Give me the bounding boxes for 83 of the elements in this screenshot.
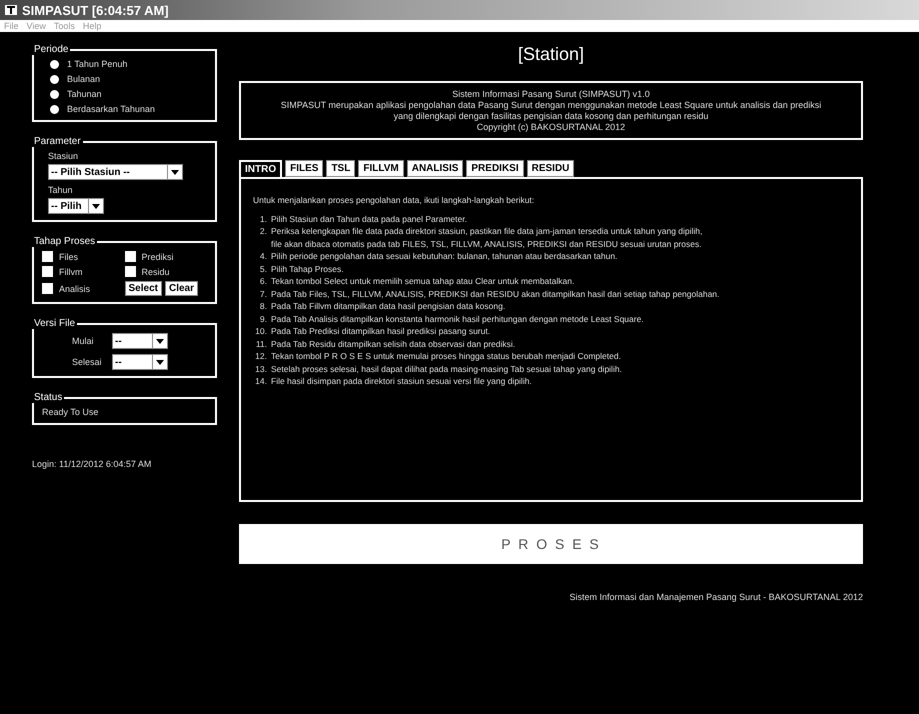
checkbox-label: Residu [142, 266, 170, 276]
step-number: 14. [254, 376, 267, 386]
caret-icon [156, 360, 164, 364]
step-text: Pilih Stasiun dan Tahun data pada panel Parameter. [271, 214, 467, 224]
group-title: Versi File [33, 318, 76, 329]
small-button[interactable]: Select [124, 281, 162, 296]
field-label: Stasiun [48, 151, 80, 161]
group-title: Periode [33, 44, 70, 55]
step-number: 8. [258, 301, 267, 311]
tab[interactable]: TSL [326, 160, 356, 177]
info-text: Copyright (c) BAKOSURTANAL 2012 [476, 122, 626, 132]
radio-button[interactable] [50, 74, 59, 84]
step-text: File hasil disimpan pada direktori stasiun sesuai versi file yang dipilih. [271, 376, 532, 386]
checkbox[interactable] [42, 266, 53, 277]
dropdown[interactable]: -- [112, 333, 168, 349]
radio-label: 1 Tahun Penuh [67, 59, 128, 69]
step-number: 10. [254, 326, 267, 336]
info-text: yang dilengkapi dengan fasilitas pengisian data kosong dan perhitungan residu [394, 111, 708, 121]
group-title: Parameter [33, 136, 82, 147]
step-number: 4. [258, 251, 267, 261]
group-title: Status [33, 392, 64, 403]
tab[interactable]: PREDIKSI [466, 160, 524, 177]
tab[interactable]: ANALISIS [406, 160, 464, 177]
caret-icon [171, 170, 179, 174]
step-text: file akan dibaca otomatis pada tab FILES, TSL, FILLVM, ANALISIS, PREDIKSI dan RESIDU sesuai urutan proses. [271, 238, 702, 248]
radio-label: Bulanan [67, 74, 100, 84]
field-label: Selesai [72, 357, 102, 367]
step-number: 7. [258, 288, 267, 298]
group-title: Tahap Proses [33, 236, 96, 247]
step-text: Tekan tombol Select untuk memilih semua tahap atau Clear untuk membatalkan. [271, 276, 574, 286]
dropdown[interactable]: -- Pilih Stasiun -- [48, 164, 183, 180]
field-label: Tahun [48, 185, 74, 195]
step-number: 13. [254, 364, 267, 374]
info-text: Sistem Informasi Pasang Surut (SIMPASUT) v1.0 [452, 89, 650, 99]
checkbox[interactable] [42, 251, 53, 262]
intro-text: Untuk menjalankan proses pengolahan data, ikuti langkah-langkah berikut: [253, 195, 536, 205]
step-text: Pada Tab Analisis ditampilkan konstanta harmonik hasil perhitungan dengan metode Least Square. [271, 314, 644, 324]
dropdown[interactable]: -- Pilih [48, 198, 104, 214]
step-number: 1. [258, 214, 267, 224]
step-number: 11. [254, 338, 267, 348]
radio-button[interactable] [50, 60, 59, 68]
checkbox-label: Prediksi [142, 252, 174, 262]
step-text: Pada Tab Files, TSL, FILLVM, ANALISIS, PREDIKSI dan RESIDU akan ditampilkan hasil dari setiap tahap pengolahan. [271, 288, 720, 298]
checkbox-label: Files [59, 252, 78, 262]
step-text: Tekan tombol P R O S E S untuk memulai proses hingga status berubah menjadi Completed. [271, 351, 621, 361]
tab[interactable]: FILLVM [358, 160, 404, 177]
footer-text: Sistem Informasi dan Manajemen Pasang Surut - BAKOSURTANAL 2012 [568, 592, 863, 602]
small-button[interactable]: Clear [164, 281, 198, 296]
window-title: SIMPASUT [6:04:57 AM] [22, 2, 169, 18]
step-text: Pada Tab Fillvm ditampilkan data hasil pengisian data kosong. [271, 301, 506, 311]
step-text: Pilih Tahap Proses. [271, 264, 344, 274]
dropdown[interactable]: -- [112, 354, 168, 370]
radio-label: Berdasarkan Tahunan [67, 104, 155, 114]
tab[interactable]: RESIDU [526, 160, 574, 177]
checkbox[interactable] [42, 283, 53, 294]
checkbox[interactable] [124, 251, 136, 262]
app-icon [4, 3, 18, 17]
radio-button[interactable] [50, 90, 59, 98]
step-text: Setelah proses selesai, hasil dapat dilihat pada masing-masing Tab sesuai tahap yang dipilih. [271, 364, 622, 374]
process-button[interactable]: P R O S E S [239, 524, 863, 564]
checkbox[interactable] [124, 266, 136, 277]
caret-icon [92, 204, 100, 208]
step-number: 9. [258, 314, 267, 324]
step-number: 5. [258, 264, 267, 274]
step-text: Periksa kelengkapan file data pada direktori stasiun, pastikan file data jam-jaman tersedia untuk tahun yang dipilih, [271, 226, 702, 236]
info-text: SIMPASUT merupakan aplikasi pengolahan data Pasang Surut dengan menggunakan metode Least Square untuk analisis dan prediksi [280, 100, 822, 110]
tab[interactable]: INTRO [239, 160, 282, 177]
step-text: Pada Tab Residu ditampilkan selisih data observasi dan prediksi. [271, 338, 516, 348]
step-number: 2. [258, 226, 267, 236]
step-number: 6. [258, 276, 267, 286]
status-text: Ready To Use [42, 407, 100, 417]
checkbox-label: Fillvm [59, 266, 82, 276]
checkbox-label: Analisis [59, 284, 90, 294]
field-label: Mulai [72, 336, 95, 346]
step-text: Pilih periode pengolahan data sesuai kebutuhan: bulanan, tahunan atau berdasarkan tahun. [271, 251, 618, 261]
radio-button[interactable] [50, 104, 59, 114]
tab[interactable]: FILES [285, 160, 324, 177]
step-number: 12. [254, 351, 267, 361]
login-info: Login: 11/12/2012 6:04:57 AM [32, 459, 152, 469]
step-text: Pada Tab Prediksi ditampilkan hasil prediksi pasang surut. [271, 326, 490, 336]
station-heading: [Station] [516, 44, 586, 65]
caret-icon [156, 338, 164, 344]
radio-label: Tahunan [67, 89, 102, 99]
